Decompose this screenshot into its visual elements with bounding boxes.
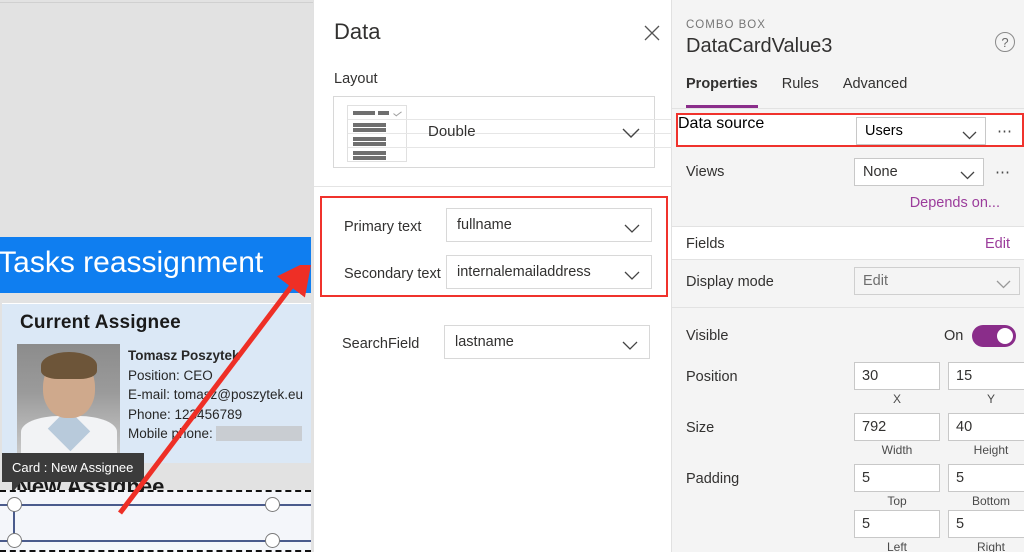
position-x-input[interactable]: 30 [854, 362, 940, 390]
layout-select[interactable]: Double [333, 96, 700, 168]
assignee-name: Tomasz Poszytek [128, 348, 240, 363]
data-source-more-button[interactable]: ⋯ [992, 118, 1018, 144]
layout-label: Layout [334, 71, 378, 87]
control-type-label: COMBO BOX [686, 19, 766, 31]
avatar [17, 344, 120, 454]
assignee-mobile-phone: Mobile phone: [128, 424, 306, 444]
primary-text-row: Primary text fullname [322, 208, 670, 248]
fields-label: Fields [686, 236, 725, 252]
properties-tabs: Properties Rules Advanced [686, 76, 1016, 108]
padding-bottom-input[interactable]: 5 [948, 464, 1024, 492]
canvas-top-divider [0, 2, 313, 3]
padding-label: Padding [686, 471, 740, 487]
size-height-caption: Height [973, 443, 1009, 457]
chevron-down-icon [962, 127, 977, 145]
searchfield-select[interactable]: lastname [444, 325, 650, 359]
primary-text-label: Primary text [344, 219, 422, 235]
fields-row: Fields Edit [672, 226, 1024, 260]
current-assignee-heading: Current Assignee [20, 312, 181, 333]
data-source-select[interactable]: Users [856, 117, 986, 145]
padding-right-input[interactable]: 5 [948, 510, 1024, 538]
views-more-button[interactable]: ⋯ [990, 159, 1016, 185]
padding-bottom-caption: Bottom [971, 494, 1010, 508]
depends-on-row: Depends on... [672, 195, 1024, 223]
tab-rules[interactable]: Rules [782, 76, 819, 108]
padding-right-caption: Right [976, 540, 1005, 552]
assignee-email: E-mail: tomasz@poszytek.eu [128, 387, 304, 402]
secondary-text-value: internalemailaddress [457, 264, 591, 280]
data-panel-title: Data [334, 19, 381, 44]
position-x-caption: X [892, 392, 901, 406]
secondary-text-select[interactable]: internalemailaddress [446, 255, 652, 289]
layout-preview-icon [347, 105, 700, 162]
properties-divider [672, 307, 1024, 308]
control-name: DataCardValue3 [686, 35, 833, 57]
padding-left-caption: Left [886, 540, 907, 552]
assignee-mobile-phone-label: Mobile phone: [128, 426, 213, 441]
tabs-divider [672, 108, 1024, 109]
secondary-text-label: Secondary text [344, 266, 441, 282]
visible-label: Visible [686, 328, 729, 344]
current-assignee-card[interactable]: Current Assignee Tomasz Poszytek Positio… [2, 303, 311, 463]
display-mode-label: Display mode [686, 274, 774, 290]
data-panel-divider [314, 186, 673, 187]
resize-handle-top-left[interactable] [7, 497, 22, 512]
app-window: ow Tasks reassignment Current Assignee T… [0, 0, 1024, 552]
data-options-panel: Data Layout Double Primary text fullname… [313, 0, 700, 552]
primary-text-select[interactable]: fullname [446, 208, 652, 242]
data-source-highlight: Data source Users ⋯ [676, 113, 1024, 147]
properties-panel: COMBO BOX DataCardValue3 Properties Rule… [672, 0, 1024, 552]
chevron-down-icon [622, 126, 640, 144]
assignee-phone: Phone: 123456789 [128, 406, 243, 422]
redacted-value [216, 426, 302, 441]
chevron-down-icon [996, 277, 1011, 293]
searchfield-label: SearchField [342, 336, 420, 352]
resize-handle-bottom-right[interactable] [265, 533, 280, 548]
position-label: Position [686, 369, 738, 385]
size-label: Size [686, 420, 715, 436]
position-y-caption: Y [986, 392, 995, 406]
data-source-value: Users [865, 123, 903, 139]
padding-left-input[interactable]: 5 [854, 510, 940, 538]
views-value: None [863, 164, 898, 180]
visible-state-label: On [944, 328, 964, 344]
data-source-label: Data source [678, 115, 765, 132]
toggle-knob [997, 328, 1013, 344]
resize-handle-top-right[interactable] [265, 497, 280, 512]
primary-text-value: fullname [457, 217, 512, 233]
depends-on-link[interactable]: Depends on... [910, 195, 1000, 211]
card-tooltip: Card : New Assignee [2, 453, 144, 482]
close-icon[interactable] [637, 18, 667, 48]
views-label: Views [686, 164, 725, 180]
fields-edit-link[interactable]: Edit [985, 236, 1010, 252]
padding-top-caption: Top [887, 494, 907, 508]
display-mode-select[interactable]: Edit [854, 267, 1020, 295]
tab-advanced[interactable]: Advanced [843, 76, 908, 108]
searchfield-value: lastname [455, 334, 514, 350]
help-circle-icon[interactable]: ? [995, 32, 1015, 52]
secondary-text-row: Secondary text internalemailaddress [322, 255, 670, 295]
assignee-details: Tomasz Poszytek Position: CEO E-mail: to… [128, 346, 306, 444]
text-fields-highlight-group: Primary text fullname Secondary text int… [320, 196, 668, 297]
chevron-down-icon [960, 168, 975, 184]
visible-toggle[interactable] [972, 325, 1016, 347]
size-height-input[interactable]: 40 [948, 413, 1024, 441]
resize-handle-bottom-left[interactable] [7, 533, 22, 548]
assignee-position: Position: CEO [128, 367, 213, 383]
selected-card-outline[interactable] [0, 490, 311, 552]
display-mode-value: Edit [863, 273, 888, 289]
chevron-down-icon [622, 338, 638, 356]
views-select[interactable]: None [854, 158, 984, 186]
size-width-input[interactable]: 792 [854, 413, 940, 441]
padding-top-input[interactable]: 5 [854, 464, 940, 492]
layout-value: Double [428, 123, 476, 140]
searchfield-row: SearchField lastname [320, 325, 668, 365]
app-banner-title: ow Tasks reassignment [0, 246, 264, 279]
position-y-input[interactable]: 15 [948, 362, 1024, 390]
app-design-canvas[interactable]: ow Tasks reassignment Current Assignee T… [0, 0, 313, 552]
tab-properties[interactable]: Properties [686, 76, 758, 108]
size-width-caption: Width [881, 443, 913, 457]
chevron-down-icon [624, 221, 640, 239]
chevron-down-icon [624, 268, 640, 286]
